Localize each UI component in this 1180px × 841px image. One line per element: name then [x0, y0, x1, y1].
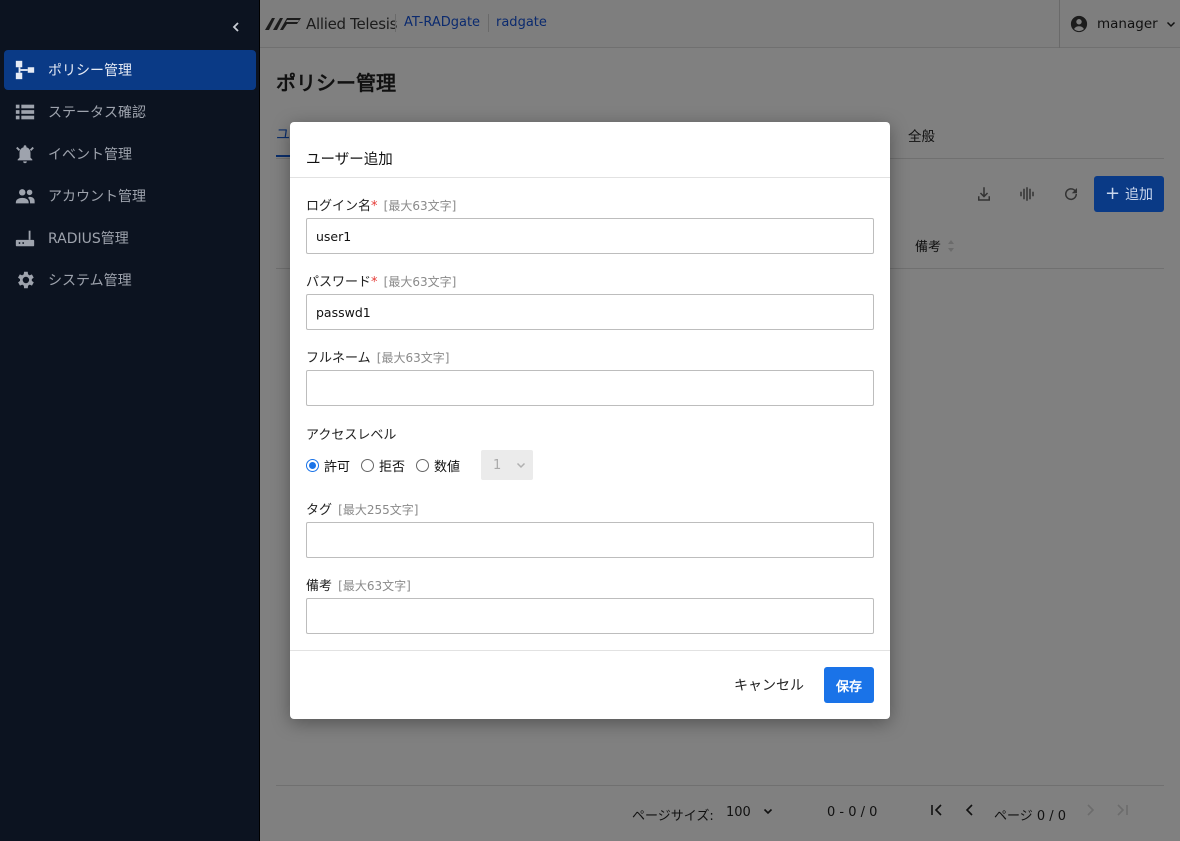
radio-unchecked-icon: [416, 458, 430, 472]
cancel-button[interactable]: キャンセル: [730, 667, 808, 703]
sidebar-item-account[interactable]: アカウント管理: [4, 176, 256, 216]
chevron-left-icon[interactable]: [226, 17, 246, 37]
save-button[interactable]: 保存: [824, 667, 874, 703]
max-length-hint: [最大63文字]: [383, 199, 457, 213]
logo: Allied Telesis: [265, 13, 397, 35]
radio-label: 拒否: [379, 459, 406, 475]
column-header-label: 備考: [915, 240, 942, 255]
radio-checked-icon: [306, 458, 319, 472]
sidebar-item-system[interactable]: システム管理: [4, 260, 256, 300]
download-icon[interactable]: [975, 185, 993, 203]
max-length-hint: [最大63文字]: [338, 579, 411, 593]
login-name-label: ログイン名* [最大63文字]: [306, 195, 456, 214]
sidebar: ポリシー管理 ステータス確認 イベント管理 アカウント管理 RADIUS管理 シ…: [0, 0, 260, 841]
tab-users[interactable]: ユ: [276, 124, 290, 144]
login-name-input[interactable]: [306, 218, 874, 254]
sidebar-item-status[interactable]: ステータス確認: [4, 92, 256, 132]
prev-page-icon[interactable]: [963, 803, 977, 819]
required-mark: *: [371, 275, 378, 290]
note-input[interactable]: [306, 598, 874, 634]
logo-text: Allied Telesis: [306, 15, 398, 33]
pager-page-label: ページ 0 / 0: [994, 809, 1067, 824]
tag-label: タグ [最大255文字]: [306, 499, 418, 518]
column-header-note[interactable]: 備考: [915, 236, 955, 255]
password-label: パスワード* [最大63文字]: [306, 271, 456, 290]
max-length-hint: [最大63文字]: [383, 275, 457, 289]
access-level-value: 1: [493, 457, 502, 473]
radio-label: 数値: [434, 459, 461, 475]
first-page-icon[interactable]: [930, 803, 944, 819]
note-label: 備考 [最大63文字]: [306, 575, 411, 594]
sidebar-item-label: アカウント管理: [48, 189, 146, 205]
sidebar-item-label: イベント管理: [48, 147, 132, 163]
people-icon: [13, 184, 37, 208]
radio-unchecked-icon: [361, 458, 375, 472]
pager-range: 0 - 0 / 0: [827, 805, 878, 820]
list-icon: [13, 100, 37, 124]
user-menu[interactable]: manager: [1059, 0, 1180, 48]
sidebar-item-label: ポリシー管理: [48, 63, 132, 79]
chevron-down-icon: [763, 808, 773, 815]
access-level-select[interactable]: 1: [481, 450, 534, 480]
breadcrumb-product[interactable]: AT-RADgate: [404, 15, 480, 30]
required-mark: *: [371, 199, 378, 214]
router-icon: [13, 226, 37, 250]
page-title: ポリシー管理: [276, 71, 396, 95]
tag-label-text: タグ: [306, 503, 333, 518]
sidebar-item-label: システム管理: [48, 273, 132, 289]
note-label-text: 備考: [306, 579, 333, 594]
bell-icon: [13, 142, 37, 166]
access-deny-radio[interactable]: 拒否: [361, 456, 405, 475]
header-separator: [488, 14, 489, 32]
chevron-down-icon: [517, 462, 526, 469]
footer-divider: [276, 785, 1164, 786]
top-header: Allied Telesis AT-RADgate radgate manage…: [260, 0, 1180, 48]
add-button[interactable]: + 追加: [1094, 176, 1164, 212]
access-level-radio-group: 許可 拒否 数値 1: [306, 450, 534, 480]
breadcrumb-host[interactable]: radgate: [496, 15, 547, 30]
account-circle-icon: [1070, 15, 1088, 33]
columns-icon[interactable]: [1018, 185, 1036, 203]
sidebar-item-label: RADIUS管理: [48, 231, 129, 247]
user-name: manager: [1097, 16, 1158, 32]
tab-general[interactable]: 全般: [908, 125, 935, 145]
header-separator: [395, 14, 396, 32]
password-input[interactable]: [306, 294, 874, 330]
page-size-value: 100: [726, 805, 751, 820]
page-size-label: ページサイズ:: [632, 809, 714, 824]
next-page-icon[interactable]: [1083, 803, 1097, 819]
sidebar-item-events[interactable]: イベント管理: [4, 134, 256, 174]
radio-label: 許可: [324, 459, 351, 475]
dialog-title: ユーザー追加: [306, 152, 393, 168]
fullname-input[interactable]: [306, 370, 874, 406]
gear-icon: [13, 268, 37, 292]
access-allow-radio[interactable]: 許可: [306, 456, 350, 475]
sidebar-item-policy[interactable]: ポリシー管理: [4, 50, 256, 90]
access-level-label: アクセスレベル: [306, 428, 397, 443]
password-label-text: パスワード: [306, 275, 372, 290]
sort-icon: [948, 239, 955, 252]
sitemap-icon: [13, 58, 37, 82]
fullname-label-text: フルネーム: [306, 351, 371, 366]
sidebar-item-radius[interactable]: RADIUS管理: [4, 218, 256, 258]
last-page-icon[interactable]: [1115, 803, 1129, 819]
chevron-down-icon: [1166, 21, 1175, 28]
add-button-label: 追加: [1125, 187, 1154, 203]
max-length-hint: [最大255文字]: [338, 503, 419, 517]
max-length-hint: [最大63文字]: [376, 351, 450, 365]
page-size-select[interactable]: 100: [726, 805, 773, 820]
sidebar-nav: ポリシー管理 ステータス確認 イベント管理 アカウント管理 RADIUS管理 シ…: [4, 50, 256, 302]
login-name-label-text: ログイン名: [306, 199, 372, 214]
plus-icon: +: [1104, 183, 1121, 204]
add-user-dialog: ユーザー追加 ログイン名* [最大63文字] パスワード* [最大63文字] フ…: [290, 122, 890, 719]
sidebar-item-label: ステータス確認: [48, 105, 146, 121]
dialog-footer-divider: [290, 650, 890, 651]
refresh-icon[interactable]: [1062, 185, 1080, 203]
fullname-label: フルネーム [最大63文字]: [306, 347, 449, 366]
tag-input[interactable]: [306, 522, 874, 558]
dialog-header-divider: [290, 177, 890, 178]
access-numeric-radio[interactable]: 数値: [416, 456, 460, 475]
allied-telesis-logo-icon: [265, 18, 301, 30]
